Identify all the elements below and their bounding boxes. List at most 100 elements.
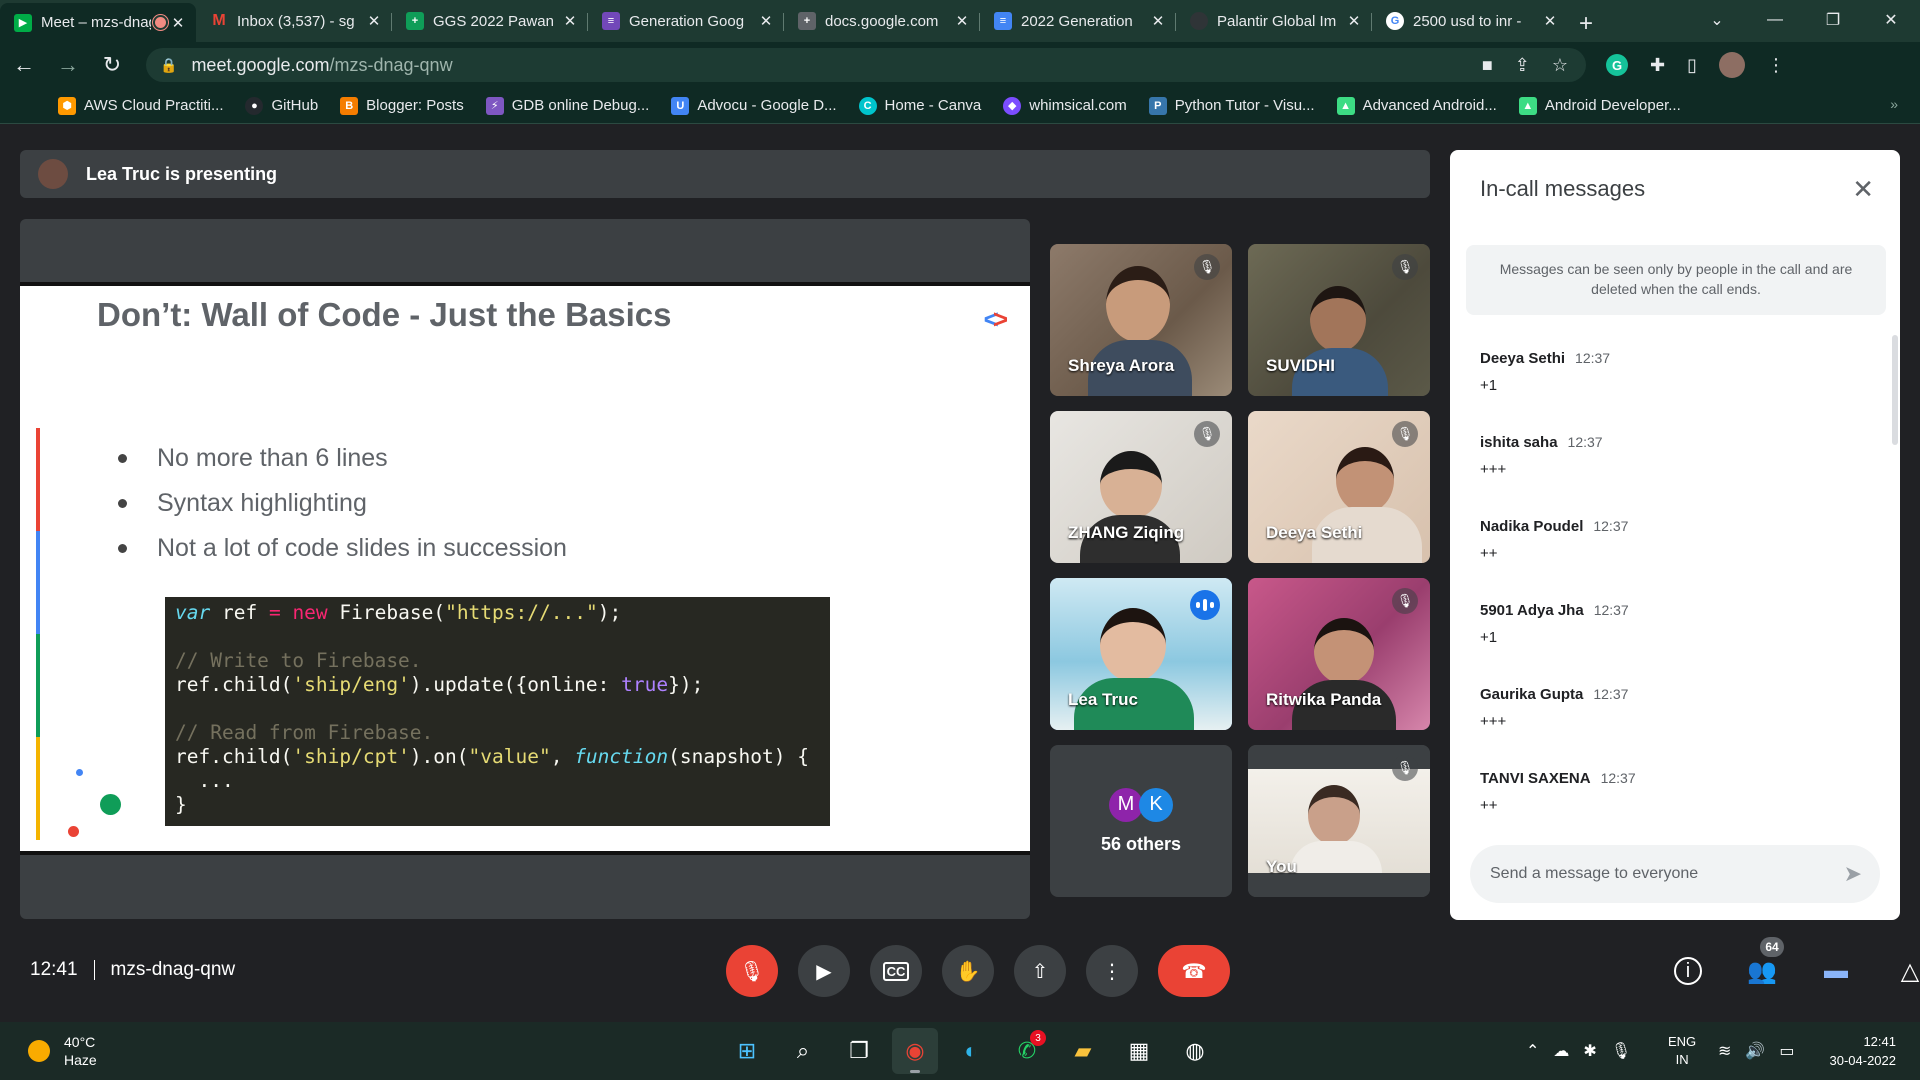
- start-button[interactable]: ⊞: [724, 1028, 770, 1074]
- camera-toggle-button[interactable]: ▶: [798, 945, 850, 997]
- close-window-icon[interactable]: ✕: [1862, 0, 1920, 40]
- bookmark-whimsical[interactable]: ◆ whimsical.com: [1003, 96, 1127, 115]
- meeting-info-button[interactable]: i: [1668, 951, 1708, 991]
- camera-icon: ▶: [816, 960, 832, 983]
- forward-icon[interactable]: →: [48, 45, 88, 85]
- bookmark-aws[interactable]: ⬢ AWS Cloud Practiti...: [58, 96, 223, 115]
- participant-tile[interactable]: 🎙 Deeya Sethi: [1248, 411, 1430, 563]
- bookmark-star-icon[interactable]: ☆: [1552, 55, 1568, 76]
- microphone-icon[interactable]: 🎙: [1611, 1041, 1631, 1061]
- bookmark-advanced-android[interactable]: ▲ Advanced Android...: [1336, 96, 1497, 115]
- scrollbar[interactable]: [1892, 335, 1898, 445]
- chevron-up-icon[interactable]: ⌃: [1526, 1041, 1539, 1061]
- extensions-puzzle-icon[interactable]: ✚: [1650, 55, 1665, 76]
- tab-meet[interactable]: ▶ Meet – mzs-dnag-qnw ✕: [0, 3, 196, 42]
- lock-icon[interactable]: 🔒: [160, 57, 177, 74]
- side-panel-icon[interactable]: ▯: [1687, 55, 1697, 76]
- presentation-stage[interactable]: Don’t: Wall of Code - Just the Basics <>…: [20, 219, 1030, 919]
- participant-tile[interactable]: 🎙 Ritwika Panda: [1248, 578, 1430, 730]
- tray-app-icon[interactable]: ✱: [1583, 1041, 1596, 1061]
- tab-gmail[interactable]: M Inbox (3,537) - sg ✕: [196, 3, 392, 39]
- tab-forms[interactable]: ≡ Generation Goog ✕: [588, 3, 784, 39]
- close-tab-icon[interactable]: ✕: [954, 12, 970, 30]
- tab-generation-doc[interactable]: ≡ 2022 Generation ✕: [980, 3, 1176, 39]
- advocu-icon: U: [671, 96, 690, 115]
- chat-button[interactable]: ▬: [1816, 951, 1856, 991]
- clock[interactable]: 12:41 30-04-2022: [1830, 1032, 1897, 1070]
- taskbar-edge[interactable]: ◐: [948, 1028, 994, 1074]
- taskbar-whatsapp[interactable]: ✆ 3: [1004, 1028, 1050, 1074]
- bookmark-android-developer[interactable]: ▲ Android Developer...: [1518, 96, 1681, 115]
- participant-tile[interactable]: 🎙 ZHANG Ziqing: [1050, 411, 1232, 563]
- slide-accent-bar: [36, 737, 40, 840]
- google-meet-icon: ▶: [14, 13, 32, 32]
- leave-call-button[interactable]: ☎: [1158, 945, 1230, 997]
- taskbar-store[interactable]: ▦: [1116, 1028, 1162, 1074]
- reload-icon[interactable]: ↻: [92, 45, 132, 85]
- close-tab-icon[interactable]: ✕: [562, 12, 578, 30]
- tab-search-icon[interactable]: ⌄: [1688, 0, 1746, 40]
- raise-hand-button[interactable]: ✋: [942, 945, 994, 997]
- minimize-icon[interactable]: —: [1746, 0, 1804, 40]
- code-snippet: var ref = new Firebase("https://..."); /…: [165, 597, 830, 826]
- close-icon[interactable]: ✕: [1852, 174, 1874, 205]
- bookmark-blogger[interactable]: B Blogger: Posts: [340, 96, 464, 115]
- captions-icon: CC: [882, 961, 910, 981]
- grammarly-extension-icon[interactable]: G: [1606, 54, 1628, 76]
- taskbar-chrome[interactable]: ◉: [892, 1028, 938, 1074]
- bookmark-advocu[interactable]: U Advocu - Google D...: [671, 96, 837, 115]
- more-options-button[interactable]: ⋮: [1086, 945, 1138, 997]
- mic-muted-icon: 🎙: [1392, 254, 1418, 280]
- people-button[interactable]: 👥 64: [1742, 937, 1784, 991]
- search-button[interactable]: ⌕: [780, 1028, 826, 1074]
- others-tile[interactable]: M K 56 others: [1050, 745, 1232, 897]
- close-tab-icon[interactable]: ✕: [1346, 12, 1362, 30]
- back-icon[interactable]: ←: [4, 45, 44, 85]
- weather-widget[interactable]: 40°C Haze: [28, 1033, 97, 1069]
- tray-app-icon[interactable]: ☁: [1553, 1041, 1569, 1061]
- self-view-tile[interactable]: 🎙 You: [1248, 745, 1430, 897]
- message-list[interactable]: Deeya Sethi 12:37 +1 ishita saha 12:37 +++ N…: [1480, 350, 1880, 854]
- captions-button[interactable]: CC: [870, 945, 922, 997]
- share-icon[interactable]: ⇪: [1515, 55, 1530, 76]
- speaking-indicator-icon: [1190, 590, 1220, 620]
- camera-in-use-icon[interactable]: ■: [1482, 55, 1493, 76]
- mic-toggle-button[interactable]: 🎙: [726, 945, 778, 997]
- close-tab-icon[interactable]: ✕: [758, 12, 774, 30]
- bookmark-python-tutor[interactable]: P Python Tutor - Visu...: [1148, 96, 1315, 115]
- close-tab-icon[interactable]: ✕: [170, 14, 186, 32]
- send-icon[interactable]: ➤: [1844, 861, 1862, 887]
- present-button[interactable]: ⇧: [1014, 945, 1066, 997]
- profile-avatar[interactable]: [1719, 52, 1745, 78]
- message-input[interactable]: Send a message to everyone ➤: [1470, 845, 1880, 903]
- participant-tile-active-speaker[interactable]: Lea Truc: [1050, 578, 1232, 730]
- taskbar-file-explorer[interactable]: ▰: [1060, 1028, 1106, 1074]
- bookmarks-overflow-icon[interactable]: »: [1890, 96, 1898, 112]
- system-icons[interactable]: ≋ 🔊 ▭: [1718, 1041, 1794, 1061]
- close-tab-icon[interactable]: ✕: [366, 12, 382, 30]
- new-tab-button[interactable]: +: [1568, 6, 1604, 42]
- tab-docs-google[interactable]: + docs.google.com ✕: [784, 3, 980, 39]
- task-view-button[interactable]: ❐: [836, 1028, 882, 1074]
- restore-icon[interactable]: ❐: [1804, 0, 1862, 40]
- bookmark-label: Advanced Android...: [1362, 97, 1497, 114]
- activities-button[interactable]: △: [1890, 951, 1920, 991]
- bookmark-gdb[interactable]: ⚡ GDB online Debug...: [485, 96, 649, 115]
- participant-name: Shreya Arora: [1068, 356, 1175, 375]
- taskbar-app[interactable]: ◍: [1172, 1028, 1218, 1074]
- tab-google-search[interactable]: G 2500 usd to inr - ✕: [1372, 3, 1568, 39]
- avatar: K: [1139, 787, 1173, 822]
- bookmark-canva[interactable]: C Home - Canva: [858, 96, 981, 115]
- github-icon: ●: [245, 96, 264, 115]
- address-bar[interactable]: 🔒 meet.google.com/mzs-dnag-qnw ■ ⇪ ☆: [146, 48, 1586, 82]
- tab-palantir[interactable]: Palantir Global Im ✕: [1176, 3, 1372, 39]
- hand-icon: ✋: [955, 960, 981, 983]
- bookmark-github[interactable]: ● GitHub: [245, 96, 318, 115]
- language-indicator[interactable]: ENG IN: [1668, 1033, 1696, 1069]
- participant-tile[interactable]: 🎙 Shreya Arora: [1050, 244, 1232, 396]
- close-tab-icon[interactable]: ✕: [1150, 12, 1166, 30]
- tab-sheets[interactable]: + GGS 2022 Pawan ✕: [392, 3, 588, 39]
- close-tab-icon[interactable]: ✕: [1542, 12, 1558, 30]
- chrome-menu-icon[interactable]: ⋮: [1767, 55, 1785, 76]
- participant-tile[interactable]: 🎙 SUVIDHI: [1248, 244, 1430, 396]
